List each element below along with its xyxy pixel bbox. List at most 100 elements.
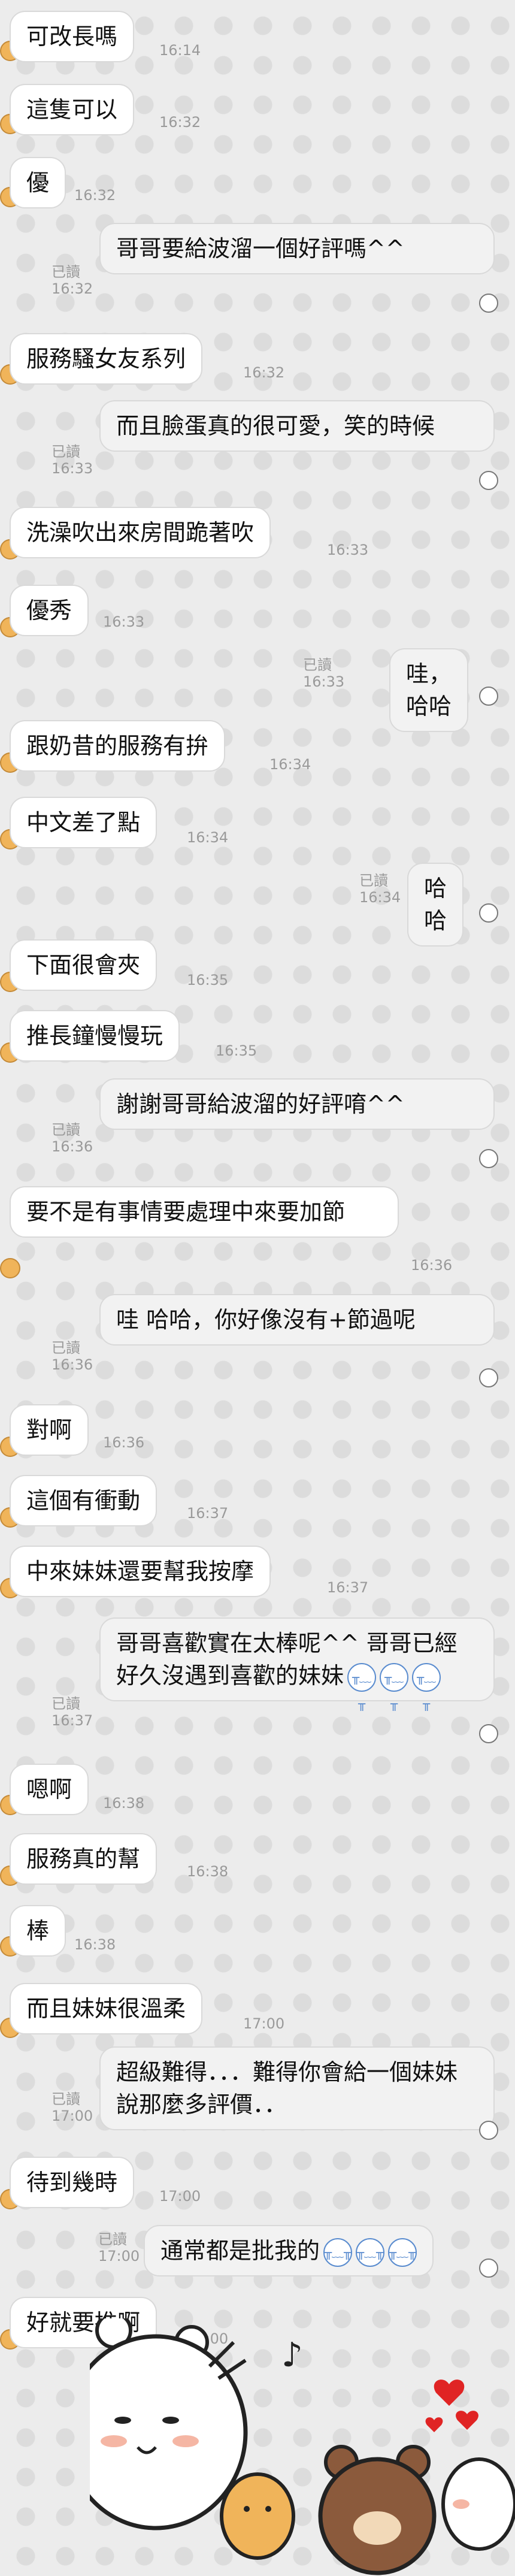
message-bubble[interactable]: 待到幾時 xyxy=(10,2157,135,2208)
message-bubble[interactable]: 優 xyxy=(10,157,66,208)
read-receipt: 已讀 xyxy=(51,443,80,460)
message-time: 16:36 xyxy=(103,1434,145,1451)
hearts-icon xyxy=(425,2380,478,2432)
message-bubble[interactable]: 哈哈 xyxy=(407,863,464,947)
message-time: 16:38 xyxy=(103,1795,145,1812)
message-time: 16:34 xyxy=(359,889,401,906)
bubble-tail-icon xyxy=(479,471,498,490)
message-meta: 已讀 16:33 xyxy=(51,443,93,477)
message-bubble[interactable]: 而且妹妹很溫柔 xyxy=(10,1983,203,2034)
message-bubble[interactable]: 跟奶昔的服務有拚 xyxy=(10,720,226,772)
message-text: 通常都是批我的 xyxy=(160,2238,320,2264)
message-bubble[interactable]: 通常都是批我的 ╥﹏╥ ╥﹏╥ ╥﹏╥ xyxy=(144,2225,434,2276)
crying-emoji-icon: ╥﹏╥ xyxy=(380,1662,409,1711)
message-time: 16:34 xyxy=(187,829,229,846)
message-time: 16:36 xyxy=(411,1257,453,1274)
bubble-tail-icon xyxy=(479,2121,498,2140)
message-time: 16:32 xyxy=(159,114,201,131)
bubble-tail-icon xyxy=(479,1724,498,1743)
bubble-tail-icon xyxy=(479,1149,498,1168)
bubble-tail-icon xyxy=(479,294,498,313)
message-time: 16:35 xyxy=(187,972,229,988)
message-bubble[interactable]: 可改長嗎 xyxy=(10,11,135,62)
message-time: 16:32 xyxy=(51,280,93,297)
crying-emoji-icon: ╥﹏╥ xyxy=(388,2238,417,2267)
message-bubble[interactable]: 對啊 xyxy=(10,1404,89,1456)
message-bubble[interactable]: 哥哥喜歡實在太棒呢^^ 哥哥已經好久沒遇到喜歡的妹妹 ╥﹏╥╥﹏╥╥﹏╥ xyxy=(99,1617,495,1711)
message-bubble[interactable]: 哇，哈哈 xyxy=(389,648,469,732)
message-bubble[interactable]: 這個有衝動 xyxy=(10,1475,157,1526)
read-receipt: 已讀 xyxy=(359,872,388,889)
message-time: 16:37 xyxy=(187,1505,229,1522)
message-bubble[interactable]: 要不是有事情要處理中來要加節 xyxy=(10,1186,399,1238)
message-time: 16:14 xyxy=(159,42,201,59)
message-bubble[interactable]: 優秀 xyxy=(10,585,89,636)
message-time: 16:32 xyxy=(243,364,285,381)
message-meta: 已讀 16:37 xyxy=(51,1695,93,1729)
message-bubble[interactable]: 哇 哈哈，你好像沒有+節過呢 xyxy=(99,1294,495,1346)
message-time: 16:38 xyxy=(187,1863,229,1880)
message-bubble[interactable]: 洗澡吹出來房間跪著吹 xyxy=(10,507,271,558)
message-bubble[interactable]: 這隻可以 xyxy=(10,84,135,135)
message-meta: 已讀 16:36 xyxy=(51,1340,93,1373)
message-bubble[interactable]: 哥哥要給波溜一個好評嗎^^ xyxy=(99,223,495,274)
message-meta: 已讀 16:34 xyxy=(359,872,401,906)
crying-emoji-icon: ╥﹏╥ xyxy=(356,2238,385,2267)
message-bubble[interactable]: 服務真的幫 xyxy=(10,1833,157,1885)
message-time: 16:33 xyxy=(303,673,345,690)
message-bubble[interactable]: 推長鐘慢慢玩 xyxy=(10,1010,180,1062)
read-receipt: 已讀 xyxy=(303,657,332,673)
crying-emoji-group: ╥﹏╥╥﹏╥╥﹏╥ xyxy=(320,2235,417,2267)
message-time: 16:33 xyxy=(103,613,145,630)
message-meta: 已讀 16:36 xyxy=(51,1121,93,1155)
message-bubble[interactable]: 而且臉蛋真的很可愛，笑的時候 xyxy=(99,400,495,452)
bunny-icon xyxy=(441,2457,515,2551)
message-bubble[interactable]: 棒 xyxy=(10,1905,66,1957)
crying-emoji-icon: ╥﹏╥ xyxy=(412,1662,441,1711)
message-bubble[interactable]: 下面很會夾 xyxy=(10,939,157,991)
message-time: 17:00 xyxy=(243,2015,285,2032)
read-receipt: 已讀 xyxy=(51,2091,80,2108)
message-time: 16:36 xyxy=(51,1138,93,1155)
avatar-tail-icon xyxy=(0,1258,20,1278)
brown-bear-icon xyxy=(318,2445,437,2575)
message-time: 16:34 xyxy=(269,756,311,773)
message-time: 16:32 xyxy=(74,187,116,204)
crying-emoji-icon: ╥﹏╥ xyxy=(323,2238,353,2267)
message-meta: 已讀 16:32 xyxy=(51,264,93,297)
message-time: 16:33 xyxy=(327,542,369,558)
read-receipt: 已讀 xyxy=(51,1695,80,1712)
message-time: 16:37 xyxy=(327,1579,369,1596)
message-meta: 已讀 16:33 xyxy=(303,657,344,690)
music-note-icon: ♪ xyxy=(281,2336,303,2375)
message-time: 16:36 xyxy=(51,1356,93,1373)
bubble-tail-icon xyxy=(479,2258,498,2278)
message-bubble[interactable]: 服務騷女友系列 xyxy=(10,333,203,385)
message-time: 17:00 xyxy=(159,2188,201,2205)
message-bubble[interactable]: 中文差了點 xyxy=(10,797,157,848)
message-bubble[interactable]: 超級難得．．．難得你會給一個妹妹說那麼多評價．． xyxy=(99,2046,495,2130)
bubble-tail-icon xyxy=(479,687,498,706)
message-time: 16:37 xyxy=(51,1712,93,1729)
read-receipt: 已讀 xyxy=(98,2231,127,2248)
crying-emoji-group: ╥﹏╥╥﹏╥╥﹏╥ xyxy=(344,1659,441,1711)
crying-emoji-icon: ╥﹏╥ xyxy=(347,1662,377,1711)
read-receipt: 已讀 xyxy=(51,1340,80,1356)
message-time: 16:35 xyxy=(216,1042,258,1059)
bubble-tail-icon xyxy=(479,1368,498,1387)
white-bear-icon xyxy=(90,2318,248,2530)
message-bubble[interactable]: 謝謝哥哥給波溜的好評唷^^ xyxy=(99,1078,495,1130)
message-bubble[interactable]: 嗯啊 xyxy=(10,1764,89,1815)
read-receipt: 已讀 xyxy=(51,264,80,280)
message-meta: 已讀 17:00 xyxy=(51,2091,93,2124)
message-time: 17:00 xyxy=(51,2108,93,2124)
bear-sticker-image: ♪ xyxy=(90,2318,515,2575)
message-time: 16:33 xyxy=(51,460,93,477)
bubble-tail-icon xyxy=(479,903,498,923)
message-bubble[interactable]: 中來妹妹還要幫我按摩 xyxy=(10,1546,271,1597)
message-time: 17:00 xyxy=(98,2248,140,2264)
chick-icon xyxy=(220,2472,295,2560)
read-receipt: 已讀 xyxy=(51,1121,80,1138)
message-time: 16:38 xyxy=(74,1936,116,1953)
message-meta: 已讀 17:00 xyxy=(98,2231,140,2264)
